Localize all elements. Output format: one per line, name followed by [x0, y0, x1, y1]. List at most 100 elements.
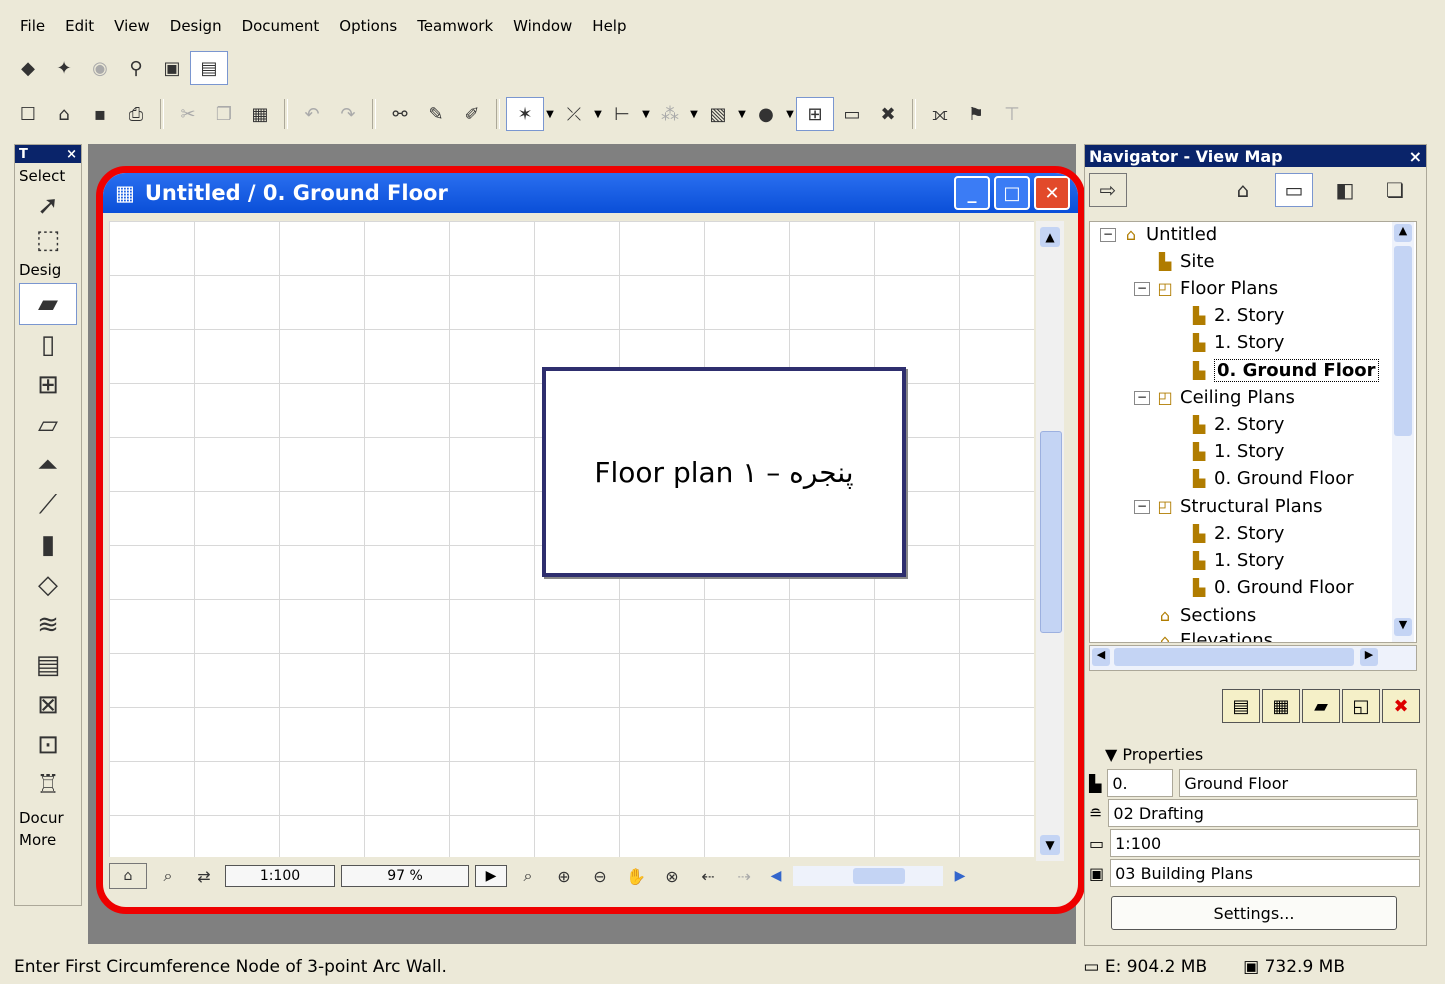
menu-file[interactable]: File — [10, 17, 55, 35]
tree-node-story[interactable]: ▙ 1. Story — [1188, 332, 1285, 353]
play-arrow-icon[interactable]: ▶ — [475, 865, 507, 887]
undo-icon[interactable]: ↶ — [294, 98, 330, 130]
cut-icon[interactable]: ✂ — [170, 98, 206, 130]
mesh-tool-icon[interactable]: ▤ — [15, 645, 81, 685]
properties-header[interactable]: ▼ Properties — [1085, 741, 1426, 768]
scroll-left-icon[interactable]: ◀ — [765, 860, 787, 892]
tree-node-elevations[interactable]: ⌂ Elevations — [1154, 630, 1273, 642]
project-map-icon[interactable]: ⌂ — [1225, 174, 1261, 206]
chevron-down-icon[interactable]: ▼ — [640, 109, 652, 120]
delete-icon[interactable]: ✖ — [1382, 689, 1420, 723]
chevron-down-icon[interactable]: ▼ — [688, 109, 700, 120]
tree-node-story[interactable]: ▙ 1. Story — [1188, 550, 1285, 571]
chevron-down-icon[interactable]: ▼ — [736, 109, 748, 120]
wall-tool-icon[interactable]: ▰ — [19, 283, 77, 325]
previous-zoom-icon[interactable]: ⇠ — [693, 860, 723, 892]
story-number-field[interactable]: 0. — [1107, 769, 1174, 797]
save-icon[interactable]: ▪ — [82, 98, 118, 130]
scroll-down-icon[interactable]: ▼ — [1040, 835, 1060, 855]
scroll-down-icon[interactable]: ▼ — [1394, 618, 1412, 636]
marquee-icon[interactable]: ⬚ — [15, 223, 81, 257]
new-folder-icon[interactable]: ▰ — [1302, 689, 1340, 723]
layer-combo-field[interactable]: 03 Building Plans — [1110, 859, 1421, 887]
menu-design[interactable]: Design — [160, 17, 232, 35]
scale-field[interactable]: 1:100 — [225, 865, 335, 887]
maximize-button[interactable]: □ — [994, 176, 1030, 210]
tree-node-story[interactable]: ▙ 2. Story — [1188, 305, 1285, 326]
save-view-icon[interactable]: ▦ — [1262, 689, 1300, 723]
paste-icon[interactable]: ▦ — [242, 98, 278, 130]
zoom-window-icon[interactable]: ⌕ — [153, 860, 183, 892]
close-icon[interactable]: × — [1409, 147, 1422, 166]
tree-node-structural-plans[interactable]: − ◰ Structural Plans — [1134, 496, 1322, 517]
marker-icon[interactable]: ⚑ — [958, 98, 994, 130]
zoom-in-icon[interactable]: ⊕ — [549, 860, 579, 892]
pick-up-icon[interactable]: ✎ — [418, 98, 454, 130]
camera-icon[interactable]: ✦ — [46, 52, 82, 84]
tree-node-sections[interactable]: ⌂ Sections — [1154, 605, 1256, 626]
tree-horizontal-thumb[interactable] — [1114, 648, 1354, 666]
tree-horizontal-scrollbar[interactable]: ◀ ▶ — [1089, 645, 1417, 671]
tree-node-floor-plans[interactable]: − ◰ Floor Plans — [1134, 278, 1278, 299]
navigate-icon[interactable]: ⇄ — [189, 860, 219, 892]
layout-book-icon[interactable]: ▣ — [154, 52, 190, 84]
scroll-up-icon[interactable]: ▲ — [1040, 227, 1060, 247]
story-name-field[interactable]: Ground Floor — [1179, 769, 1418, 797]
tree-node-story[interactable]: ▙ 2. Story — [1188, 414, 1285, 435]
find-select-icon[interactable]: ⚯ — [382, 98, 418, 130]
settings-button[interactable]: Settings... — [1111, 896, 1397, 930]
vertical-scrollbar[interactable]: ▲ ▼ — [1036, 221, 1064, 861]
navigator-menu-icon[interactable]: ⇨ — [1089, 173, 1127, 207]
grid-icon[interactable]: ⁂ — [652, 98, 688, 130]
scroll-up-icon[interactable]: ▲ — [1394, 224, 1412, 242]
roof-tool-icon[interactable]: ⏶ — [15, 445, 81, 485]
snap-icon[interactable]: ⊞ — [796, 97, 834, 131]
close-window-button[interactable]: ✕ — [1034, 176, 1070, 210]
minimize-button[interactable]: _ — [954, 176, 990, 210]
zoom-out-icon[interactable]: ⊖ — [585, 860, 615, 892]
collapse-icon[interactable]: − — [1134, 390, 1150, 405]
settings-view-icon[interactable]: ▤ — [1222, 689, 1260, 723]
tree-vertical-scrollbar[interactable]: ▲ ▼ — [1392, 222, 1414, 642]
scroll-left-icon[interactable]: ◀ — [1092, 648, 1110, 666]
pan-hand-icon[interactable]: ✋ — [621, 860, 651, 892]
curtain-wall-tool-icon[interactable]: ⊠ — [15, 685, 81, 725]
open-folder-icon[interactable]: ⌂ — [46, 98, 82, 130]
pen-set-field[interactable]: 02 Drafting — [1108, 799, 1419, 827]
tree-node-site[interactable]: ▙ Site — [1154, 251, 1215, 272]
ruler-icon[interactable]: ▭ — [834, 98, 870, 130]
beam-tool-icon[interactable]: ⟋ — [15, 485, 81, 525]
zone-tool-icon[interactable]: ⊡ — [15, 725, 81, 765]
horizontal-scrollbar[interactable] — [793, 866, 943, 886]
tree-node-story-selected[interactable]: ▙ 0. Ground Floor — [1188, 359, 1379, 382]
layout-book-icon[interactable]: ◧ — [1327, 174, 1363, 206]
scale-field[interactable]: 1:100 — [1110, 829, 1421, 857]
more-section-label[interactable]: More — [15, 831, 81, 853]
shell-tool-icon[interactable]: ◇ — [15, 565, 81, 605]
collapse-icon[interactable]: − — [1100, 227, 1116, 242]
column-tool-icon[interactable]: ▮ — [15, 525, 81, 565]
clone-view-icon[interactable]: ◱ — [1342, 689, 1380, 723]
menu-edit[interactable]: Edit — [55, 17, 104, 35]
intersect-icon[interactable]: ⤫ — [556, 98, 592, 130]
fit-in-window-icon[interactable]: ⊗ — [657, 860, 687, 892]
close-icon[interactable]: × — [66, 147, 77, 162]
next-zoom-icon[interactable]: ⇢ — [729, 860, 759, 892]
trace-icon[interactable]: ⟗ — [922, 98, 958, 130]
view-map-icon[interactable]: ▭ — [1275, 173, 1313, 207]
new-file-icon[interactable]: ☐ — [10, 98, 46, 130]
floor-plan-icon[interactable]: ▤ — [190, 51, 228, 85]
tree-node-story[interactable]: ▙ 2. Story — [1188, 523, 1285, 544]
3d-view-icon[interactable]: ◆ — [10, 52, 46, 84]
chevron-down-icon[interactable]: ▼ — [544, 109, 556, 120]
redo-icon[interactable]: ↷ — [330, 98, 366, 130]
chevron-down-icon[interactable]: ▼ — [784, 109, 796, 120]
floor-selector-icon[interactable]: ⌂ — [109, 863, 147, 889]
tree-node-ceiling-plans[interactable]: − ◰ Ceiling Plans — [1134, 387, 1295, 408]
scroll-thumb[interactable] — [1040, 431, 1062, 633]
zoom-field[interactable]: 97 % — [341, 865, 469, 887]
gravity-icon[interactable]: ● — [748, 98, 784, 130]
chevron-down-icon[interactable]: ▼ — [592, 109, 604, 120]
tree-node-story[interactable]: ▙ 1. Story — [1188, 441, 1285, 462]
publisher-icon[interactable]: ❏ — [1377, 174, 1413, 206]
